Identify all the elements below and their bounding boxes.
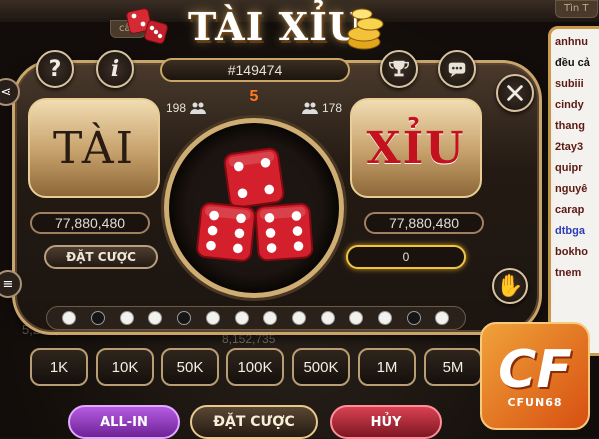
place-bet-button[interactable]: ĐẶT CƯỢC	[190, 405, 318, 439]
gold-coins-icon	[347, 8, 384, 50]
chat-line: thang	[555, 120, 585, 132]
chat-line: dtbga	[555, 225, 585, 237]
history-dot-white	[349, 311, 364, 325]
chat-line: subiii	[555, 78, 584, 90]
all-in-button[interactable]: ALL-IN	[68, 405, 180, 439]
chip-1k[interactable]: 1K	[30, 348, 88, 386]
info-icon[interactable]: i	[96, 50, 134, 88]
logo-mark: CF	[498, 339, 572, 400]
history-dot-black	[177, 311, 192, 325]
xiu-total-bet: 77,880,480	[364, 212, 484, 234]
history-dot-white	[119, 311, 134, 325]
logo-text: CFUN68	[507, 395, 563, 409]
history-dot-white	[263, 311, 278, 325]
chip-1m[interactable]: 1M	[358, 348, 416, 386]
xiu-player-count: 178	[302, 98, 342, 118]
chat-line: quipr	[555, 162, 583, 174]
background-tab: Tìn T	[555, 0, 598, 18]
chat-line: đều cả	[555, 57, 590, 69]
tai-player-count: 198	[166, 98, 207, 118]
chip-50k[interactable]: 50K	[161, 348, 219, 386]
history-dot-white	[205, 311, 220, 325]
history-dot-white	[62, 311, 77, 325]
dice-group	[196, 147, 314, 262]
result-history	[46, 306, 466, 330]
countdown-timer: 5	[249, 88, 259, 105]
players-icon	[190, 102, 207, 114]
chat-line: carap	[555, 204, 585, 216]
cancel-button[interactable]: HỦY	[330, 405, 442, 439]
tai-total-bet: 77,880,480	[30, 212, 150, 234]
tai-bet-panel[interactable]: TÀI	[28, 98, 160, 198]
history-dot-white	[291, 311, 306, 325]
history-dot-white	[320, 311, 335, 325]
die-1	[223, 147, 285, 209]
history-dot-white	[435, 311, 450, 325]
xiu-bet-input[interactable]: 0	[346, 245, 466, 269]
players-icon	[302, 102, 318, 114]
chip-5m[interactable]: 5M	[424, 348, 482, 386]
chip-10k[interactable]: 10K	[96, 348, 154, 386]
chat-icon[interactable]	[438, 50, 476, 88]
chat-line: cindy	[555, 99, 584, 111]
tai-place-bet-button[interactable]: ĐẶT CƯỢC	[44, 245, 158, 269]
tai-player-count-value: 198	[166, 101, 187, 115]
history-dot-white	[378, 311, 393, 325]
dice-bowl	[164, 118, 344, 298]
chat-line: 2tay3	[555, 141, 584, 153]
chat-line: anhnu	[555, 36, 588, 48]
session-id: #149474	[160, 58, 350, 82]
chat-panel[interactable]: anhnu đều cả subiii cindy thang 2tay3 qu…	[548, 26, 599, 356]
trophy-icon[interactable]	[380, 50, 418, 88]
dice-decoration-icon	[126, 8, 168, 44]
die-3	[254, 202, 314, 262]
chat-line: nguyê	[555, 183, 588, 195]
brand-logo: CF CFUN68	[480, 322, 590, 430]
close-icon[interactable]	[496, 74, 534, 112]
history-dot-white	[148, 311, 163, 325]
hand-icon[interactable]: ✋	[492, 268, 528, 304]
xiu-player-count-value: 178	[322, 101, 343, 115]
chip-100k[interactable]: 100K	[226, 348, 284, 386]
chat-line: bokho	[555, 246, 588, 258]
die-2	[196, 202, 256, 262]
chat-line: tnem	[555, 267, 582, 279]
history-dot-black	[91, 311, 106, 325]
history-dot-black	[406, 311, 421, 325]
xiu-bet-panel[interactable]: XỈU	[350, 98, 482, 198]
chip-500k[interactable]: 500K	[292, 348, 350, 386]
history-dot-white	[234, 311, 249, 325]
help-icon[interactable]: ?	[36, 50, 74, 88]
